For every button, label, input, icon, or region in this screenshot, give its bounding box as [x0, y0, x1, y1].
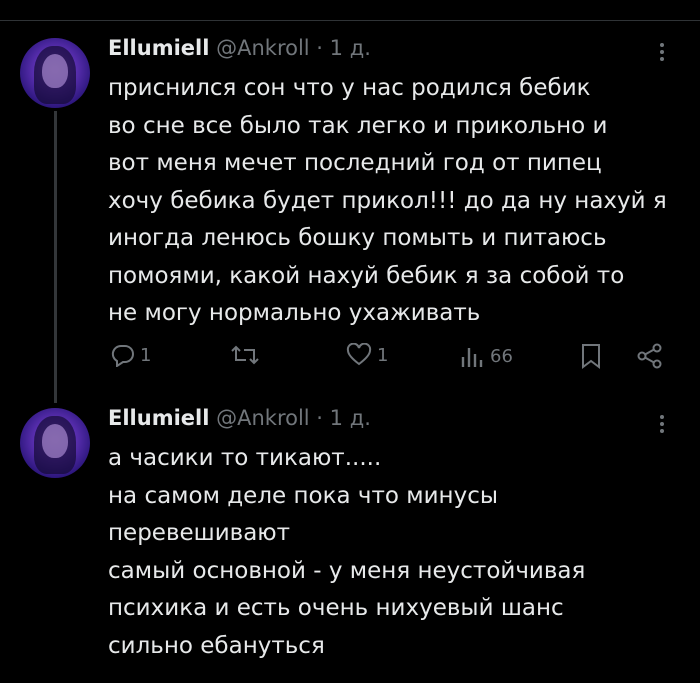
more-icon[interactable] — [652, 412, 672, 438]
views-count: 66 — [490, 345, 513, 367]
handle-and-time[interactable]: @Ankroll · 1 д. — [216, 406, 371, 430]
tweet-line: на самом деле пока что минусы — [108, 482, 499, 509]
tweet-line: помоями, какой нахуй бебик я за собой то — [108, 262, 625, 289]
views-button[interactable]: 66 — [460, 343, 513, 369]
retweet-icon — [231, 345, 259, 365]
like-count: 1 — [377, 344, 389, 366]
avatar[interactable] — [20, 408, 90, 478]
tweet-header: Ellumiell @Ankroll · 1 д. — [108, 406, 371, 430]
tweet-line: хочу бебика будет прикол!!! до да ну нах… — [108, 187, 667, 214]
tweet-line: перевешивают — [108, 520, 291, 546]
display-name[interactable]: Ellumiell — [108, 406, 209, 430]
tweet-line: сильно ебануться — [108, 632, 325, 659]
like-button[interactable]: 1 — [345, 343, 388, 367]
tweet-line: а часики то тикают..... — [108, 445, 382, 471]
reply-icon — [111, 344, 134, 367]
retweet-button[interactable] — [230, 343, 264, 367]
avatar-face — [42, 54, 68, 88]
tweet-line: психика и есть очень нихуевый шанс — [108, 595, 564, 621]
avatar[interactable] — [20, 38, 90, 108]
top-divider — [0, 0, 700, 21]
reply-button[interactable]: 1 — [110, 343, 151, 367]
tweet-line: во сне все было так легко и прикольно и — [108, 112, 608, 139]
share-icon — [637, 343, 662, 369]
views-icon — [461, 348, 483, 367]
tweet-text: приснился сон что у нас родился бебик во… — [108, 70, 693, 333]
bookmark-icon — [582, 344, 600, 369]
handle-and-time[interactable]: @Ankroll · 1 д. — [216, 36, 371, 60]
reply-count: 1 — [140, 344, 152, 366]
like-icon — [346, 343, 372, 366]
action-bar: 1 1 66 — [0, 343, 700, 375]
tweet-line: вот меня мечет последний год от пипец — [108, 150, 602, 176]
tweet-line: приснился сон что у нас родился бебик — [108, 75, 591, 101]
bookmark-button[interactable] — [580, 343, 602, 369]
tweet-line: иногда ленюсь бошку помыть и питаюсь — [108, 225, 607, 251]
share-button[interactable] — [636, 343, 664, 369]
tweet-line: самый основной - у меня неустойчивая — [108, 557, 586, 584]
tweet-text: а часики то тикают..... на самом деле по… — [108, 440, 693, 665]
avatar-face — [42, 424, 68, 458]
more-icon[interactable] — [652, 40, 672, 66]
tweet-line: не могу нормально ухаживать — [108, 300, 481, 326]
display-name[interactable]: Ellumiell — [108, 36, 209, 60]
tweet-header: Ellumiell @Ankroll · 1 д. — [108, 36, 371, 60]
